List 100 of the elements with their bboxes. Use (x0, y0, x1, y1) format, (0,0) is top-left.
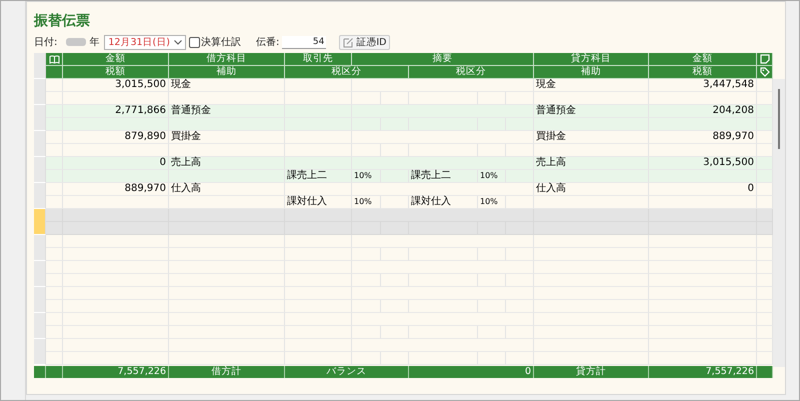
row-header[interactable] (34, 287, 46, 313)
table-cell (46, 300, 63, 313)
table-cell (352, 274, 381, 287)
total-cell: 7,557,226 (649, 366, 757, 378)
evidence-id-button[interactable]: 証憑ID (339, 34, 390, 50)
table-cell: 10% (352, 196, 381, 209)
caret-icon (174, 40, 182, 44)
table-cell (757, 209, 773, 222)
table-cell: 10% (352, 170, 381, 183)
scrollbar-thumb[interactable] (778, 89, 780, 149)
row-header[interactable] (34, 339, 46, 365)
table-cell (285, 157, 352, 170)
table-cell (352, 300, 381, 313)
table-cell (285, 352, 352, 365)
redacted-year (66, 38, 86, 46)
column-header: 税額 (63, 66, 169, 79)
slip-number-field[interactable]: 54 (282, 36, 326, 48)
table-cell (285, 300, 352, 313)
note-icon[interactable] (760, 54, 770, 64)
total-cell: 7,557,226 (63, 366, 169, 378)
table-cell (478, 144, 506, 157)
row-header[interactable] (34, 209, 46, 235)
table-cell (285, 287, 352, 300)
total-cell (757, 366, 773, 378)
table-cell (381, 274, 409, 287)
table-cell (285, 235, 352, 248)
table-cell (757, 92, 773, 105)
table-cell (285, 144, 352, 157)
table-cell (757, 131, 773, 144)
table-cell (285, 209, 352, 222)
table-cell (757, 183, 773, 196)
table-cell: 現金 (169, 79, 285, 92)
table-cell (46, 352, 63, 365)
table-cell: 3,447,548 (649, 79, 757, 92)
table-cell (381, 300, 409, 313)
table-cell (757, 144, 773, 157)
table-cell (352, 248, 381, 261)
total-cell: 借方計 (169, 366, 285, 378)
edit-icon (343, 36, 354, 48)
row-header[interactable] (34, 261, 46, 287)
row-header[interactable] (34, 105, 46, 131)
table-cell (506, 248, 534, 261)
tag-icon[interactable] (760, 67, 770, 77)
table-cell (757, 287, 773, 300)
table-cell: 課売上二 (285, 170, 352, 183)
row-header[interactable] (34, 313, 46, 339)
total-cell (46, 366, 63, 378)
table-cell (46, 235, 63, 248)
checkbox[interactable] (188, 36, 200, 48)
table-cell (381, 118, 409, 131)
date-dropdown[interactable]: 12月31日(日) (104, 34, 186, 50)
table-cell (757, 261, 773, 274)
table-cell: 仕入高 (169, 183, 285, 196)
table-cell (46, 339, 63, 352)
table-cell (46, 274, 63, 287)
table-cell: 現金 (534, 79, 649, 92)
table-cell (478, 92, 506, 105)
table-cell (381, 326, 409, 339)
table-cell (46, 261, 63, 274)
row-header[interactable] (34, 79, 46, 105)
row-header[interactable] (34, 183, 46, 209)
table-cell (478, 300, 506, 313)
table-cell: 0 (649, 183, 757, 196)
table-cell (757, 105, 773, 118)
table-cell: 課売上二 (409, 170, 478, 183)
row-header[interactable] (34, 235, 46, 261)
book-icon[interactable] (48, 54, 60, 64)
table-cell (46, 183, 63, 196)
table-cell (757, 339, 773, 352)
table-cell: 課対仕入 (409, 196, 478, 209)
table-cell: 10% (478, 196, 506, 209)
table-cell (409, 222, 478, 235)
table-cell (46, 326, 63, 339)
slip-number-label: 伝番: (256, 36, 280, 49)
table-cell (285, 326, 352, 339)
table-cell (381, 222, 409, 235)
table-cell (757, 326, 773, 339)
row-header[interactable] (34, 131, 46, 157)
table-cell (506, 92, 534, 105)
table-cell (285, 274, 352, 287)
table-cell (285, 339, 352, 352)
table-cell (409, 92, 478, 105)
table-cell (285, 105, 352, 118)
table-cell (409, 326, 478, 339)
table-cell (46, 196, 63, 209)
table-cell (46, 222, 63, 235)
table-cell (352, 118, 381, 131)
table-cell (46, 209, 63, 222)
table-cell (478, 274, 506, 287)
page-title: 振替伝票 (34, 12, 91, 31)
table-cell (506, 170, 534, 183)
table-cell (757, 352, 773, 365)
table-cell (506, 326, 534, 339)
row-header[interactable] (34, 157, 46, 183)
table-cell (381, 196, 409, 209)
total-cell: バランス (285, 366, 409, 378)
table-cell (757, 222, 773, 235)
scrollbar[interactable] (773, 79, 785, 367)
table-cell (46, 157, 63, 170)
table-cell (352, 222, 381, 235)
